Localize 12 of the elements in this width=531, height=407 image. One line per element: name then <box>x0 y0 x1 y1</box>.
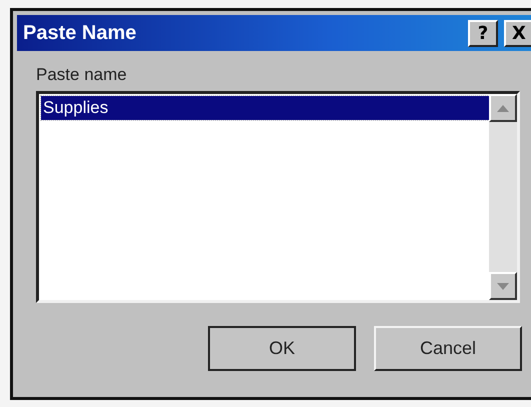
list-item[interactable]: Supplies <box>41 96 489 120</box>
scroll-up-button[interactable] <box>489 94 517 122</box>
ok-button[interactable]: OK <box>208 326 356 371</box>
list-label: Paste name <box>36 65 128 85</box>
scroll-down-button[interactable] <box>489 272 517 300</box>
up-arrow-icon <box>497 104 509 112</box>
cancel-button[interactable]: Cancel <box>374 326 522 371</box>
help-button[interactable]: ? <box>468 20 498 46</box>
window-title: Paste Name <box>23 22 138 44</box>
scrollbar[interactable] <box>489 94 517 300</box>
close-button[interactable]: X <box>504 20 531 46</box>
down-arrow-icon <box>497 282 509 290</box>
